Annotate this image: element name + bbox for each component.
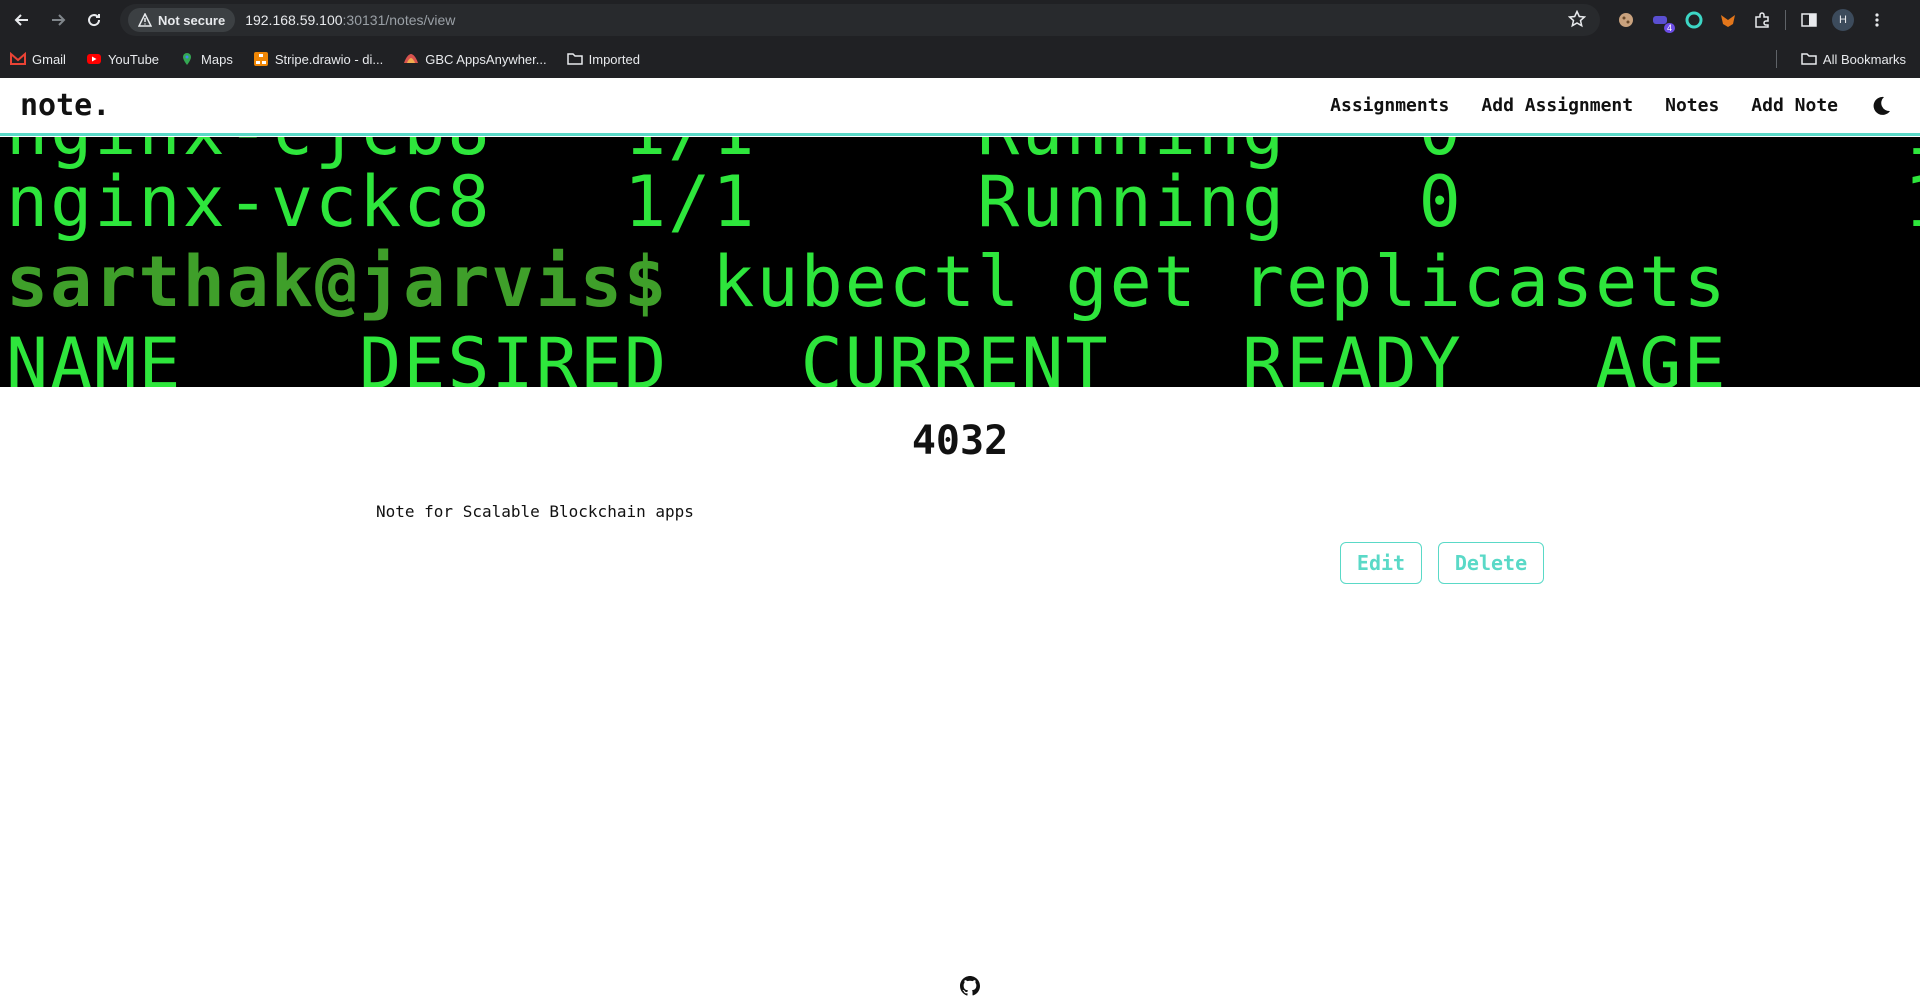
gmail-icon — [10, 52, 26, 65]
metamask-icon[interactable] — [1717, 9, 1739, 31]
drawio-icon — [253, 52, 268, 66]
nav-assignments[interactable]: Assignments — [1330, 95, 1449, 116]
bookmark-label: YouTube — [107, 51, 160, 67]
all-bookmarks-label: All Bookmarks — [1822, 51, 1906, 67]
edit-button[interactable]: Edit — [1340, 542, 1422, 584]
menu-kebab-icon[interactable] — [1866, 9, 1888, 31]
bookmark-youtube[interactable]: YouTube — [86, 52, 159, 67]
extension-ring-icon[interactable] — [1683, 9, 1705, 31]
nav-add-assignment[interactable]: Add Assignment — [1481, 95, 1633, 116]
folder-icon — [566, 53, 583, 65]
bookmarks-bar: Gmail YouTube Maps Stripe.drawio - di...… — [0, 40, 1920, 78]
app-header: note. Assignments Add Assignment Notes A… — [0, 78, 1920, 136]
address-bar[interactable]: Not secure 192.168.59.100:30131/notes/vi… — [120, 4, 1600, 36]
url-text[interactable]: 192.168.59.100:30131/notes/view — [245, 12, 455, 28]
folder-icon — [1801, 53, 1817, 65]
note-title: 4032 — [911, 418, 1009, 464]
security-chip[interactable]: Not secure — [128, 8, 236, 32]
note-cover-image: nginx-cjcb8 1/1 Running 0 11 nginx-vckc8… — [0, 137, 1920, 387]
extension-badge-count: 4 — [1663, 23, 1675, 33]
maps-icon — [183, 53, 192, 65]
youtube-icon — [86, 54, 101, 64]
profile-avatar[interactable]: H — [1832, 9, 1854, 31]
extension-badge-icon[interactable]: 4 — [1649, 9, 1675, 33]
bookmark-label: Stripe.drawio - di... — [274, 51, 384, 67]
delete-button[interactable]: Delete — [1438, 542, 1544, 584]
warning-icon — [138, 13, 152, 27]
bookmarks-divider — [1776, 50, 1777, 68]
terminal-line: NAME DESIRED CURRENT READY AGE — [6, 323, 1728, 387]
security-label: Not secure — [158, 12, 226, 28]
bookmark-star-icon[interactable] — [1567, 9, 1587, 32]
main-nav: Assignments Add Assignment Notes Add Not… — [1298, 78, 1920, 133]
nav-add-note[interactable]: Add Note — [1751, 95, 1838, 116]
bookmark-drawio[interactable]: Stripe.drawio - di... — [253, 52, 383, 67]
url-host: 192.168.59.100 — [245, 12, 343, 28]
bookmark-apps-anywhere[interactable]: GBC AppsAnywher... — [403, 51, 547, 67]
terminal-command: kubectl get replicasets — [668, 241, 1728, 323]
terminal-line: nginx-vckc8 1/1 Running 0 11m — [6, 161, 1920, 243]
brand-logo[interactable]: note. — [20, 88, 110, 123]
toolbar-divider — [1785, 10, 1786, 30]
forward-arrow-icon — [52, 14, 66, 26]
github-icon[interactable] — [960, 976, 980, 996]
forward-button[interactable] — [40, 0, 76, 40]
bookmark-imported-folder[interactable]: Imported — [566, 51, 640, 67]
extensions-puzzle-icon[interactable] — [1751, 9, 1773, 31]
bookmark-label: Imported — [588, 51, 640, 67]
note-body: Note for Scalable Blockchain apps — [376, 502, 694, 521]
bookmark-maps[interactable]: Maps — [179, 52, 233, 67]
reload-icon — [88, 14, 101, 27]
apps-anywhere-icon — [404, 54, 419, 63]
back-arrow-icon — [14, 14, 28, 26]
url-path: :30131/notes/view — [342, 12, 456, 28]
extensions-area: 4 H — [1615, 0, 1888, 40]
side-panel-icon[interactable] — [1798, 9, 1820, 31]
nav-notes[interactable]: Notes — [1665, 95, 1719, 116]
browser-toolbar: Not secure 192.168.59.100:30131/notes/vi… — [0, 0, 1920, 40]
back-button[interactable] — [4, 0, 40, 40]
bookmark-label: Maps — [201, 51, 233, 67]
dark-mode-toggle-icon[interactable] — [1870, 95, 1892, 117]
terminal-prompt-line: sarthak@jarvis$ kubectl get replicasets — [6, 241, 1728, 323]
reload-button[interactable] — [76, 0, 112, 40]
extension-cookie-icon[interactable] — [1615, 9, 1637, 31]
all-bookmarks-button[interactable]: All Bookmarks — [1801, 40, 1906, 78]
bookmark-gmail[interactable]: Gmail — [10, 52, 66, 67]
bookmark-label: GBC AppsAnywher... — [425, 51, 547, 67]
terminal-prompt-user: sarthak@jarvis$ — [6, 241, 669, 323]
bookmark-label: Gmail — [32, 51, 66, 67]
